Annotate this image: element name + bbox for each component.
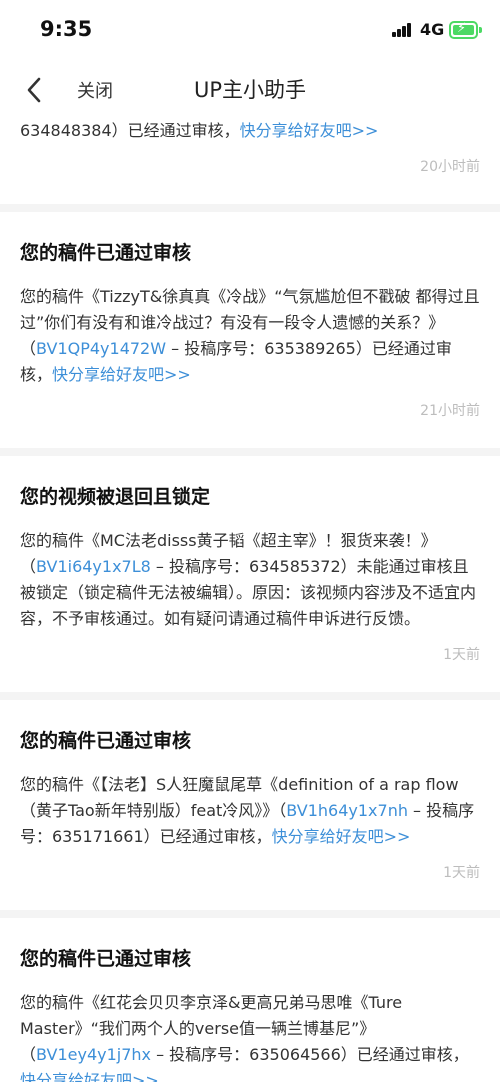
message-card: 您的稿件已通过审核 您的稿件《红花会贝贝李京泽&更高兄弟马思唯《Ture Mas… xyxy=(0,910,500,1082)
battery-charging-icon: ⚡ xyxy=(449,21,482,39)
message-list: 634848384）已经通过审核，快分享给好友吧>> 20小时前 您的稿件已通过… xyxy=(0,118,500,1082)
message-card: 您的稿件已通过审核 您的稿件《TizzyT&徐真真《冷战》“气氛尴尬但不戳破 都… xyxy=(0,204,500,448)
message-body: 您的稿件《MC法老disss黄子韬《超主宰》！狠货来袭！》（BV1i64y1x7… xyxy=(20,531,477,628)
nav-bar: 关闭 UP主小助手 xyxy=(0,62,500,118)
page-title: UP主小助手 xyxy=(193,78,307,102)
network-type: 4G xyxy=(420,20,445,39)
share-link[interactable]: 快分享给好友吧>> xyxy=(20,1071,159,1082)
bv-id-link[interactable]: BV1QP4y1472W xyxy=(36,339,166,358)
message-time: 1天前 xyxy=(443,865,480,881)
message-title: 您的稿件已通过审核 xyxy=(20,948,192,970)
message-card: 634848384）已经通过审核，快分享给好友吧>> 20小时前 xyxy=(0,118,500,204)
share-link[interactable]: 快分享给好友吧>> xyxy=(272,827,411,846)
message-title: 您的稿件已通过审核 xyxy=(20,242,192,264)
bv-id-link[interactable]: BV1h64y1x7nh xyxy=(286,801,408,820)
message-title: 您的视频被退回且锁定 xyxy=(20,486,211,508)
message-time: 1天前 xyxy=(443,647,480,663)
message-title: 您的稿件已通过审核 xyxy=(20,730,192,752)
message-body: 您的稿件《TizzyT&徐真真《冷战》“气氛尴尬但不戳破 都得过且过”你们有没有… xyxy=(20,287,480,384)
message-body: 634848384）已经通过审核，快分享给好友吧>> xyxy=(20,121,379,140)
message-time: 21小时前 xyxy=(420,403,480,419)
status-bar: 9:35 4G ⚡ xyxy=(0,0,500,62)
status-time: 9:35 xyxy=(40,17,93,41)
message-card: 您的稿件已通过审核 您的稿件《【法老】S人狂魔鼠尾草《definition of… xyxy=(0,692,500,910)
message-body: 您的稿件《【法老】S人狂魔鼠尾草《definition of a rap flo… xyxy=(20,775,475,846)
share-link[interactable]: 快分享给好友吧>> xyxy=(52,365,191,384)
message-card: 您的视频被退回且锁定 您的稿件《MC法老disss黄子韬《超主宰》！狠货来袭！》… xyxy=(0,448,500,692)
bv-id-link[interactable]: BV1i64y1x7L8 xyxy=(36,557,151,576)
message-time: 20小时前 xyxy=(420,159,480,175)
share-link[interactable]: 快分享给好友吧>> xyxy=(240,121,379,140)
message-body: 您的稿件《红花会贝贝李京泽&更高兄弟马思唯《Ture Master》“我们两个人… xyxy=(20,990,480,1082)
signal-icon xyxy=(392,23,412,37)
bv-id-link[interactable]: BV1ey4y1j7hx xyxy=(36,1045,151,1064)
